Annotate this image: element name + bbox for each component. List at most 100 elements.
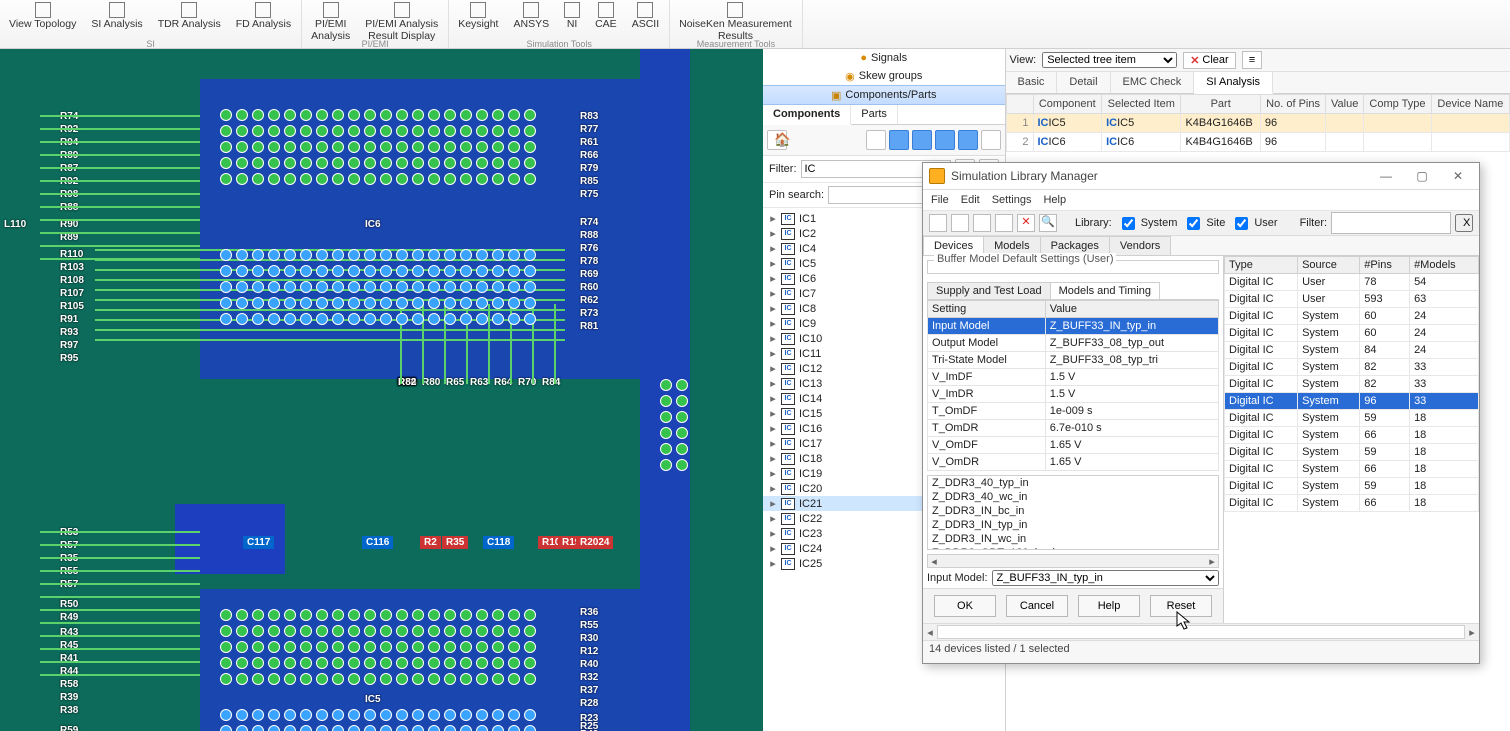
ribbon-view-topology[interactable]: View Topology bbox=[2, 0, 84, 32]
r-label: R69 bbox=[580, 269, 598, 280]
device-row[interactable]: Digital ICSystem9633 bbox=[1225, 393, 1479, 410]
setting-row[interactable]: V_OmDR1.65 V bbox=[928, 454, 1219, 471]
right-tab-emc-check[interactable]: EMC Check bbox=[1111, 72, 1195, 93]
device-row[interactable]: Digital ICSystem6618 bbox=[1225, 461, 1479, 478]
home-button[interactable]: 🏠 bbox=[767, 130, 787, 150]
model-listbox[interactable]: Z_DDR3_40_typ_inZ_DDR3_40_wc_inZ_DDR3_IN… bbox=[927, 475, 1219, 550]
device-row[interactable]: Digital ICSystem5918 bbox=[1225, 444, 1479, 461]
device-table[interactable]: TypeSource#Pins#ModelsDigital ICUser7854… bbox=[1224, 256, 1479, 512]
reset-button[interactable]: Reset bbox=[1150, 595, 1212, 617]
menu-settings[interactable]: Settings bbox=[992, 194, 1032, 206]
device-row[interactable]: Digital ICSystem5918 bbox=[1225, 478, 1479, 495]
tb-icon-2[interactable] bbox=[951, 214, 969, 232]
component-grid[interactable]: ComponentSelected ItemPartNo. of PinsVal… bbox=[1006, 94, 1510, 152]
tab-components[interactable]: Components bbox=[763, 105, 851, 125]
device-row[interactable]: Digital ICSystem6024 bbox=[1225, 308, 1479, 325]
view-select[interactable]: Selected tree item bbox=[1042, 52, 1177, 68]
model-option[interactable]: Z_DDR3_IN_typ_in bbox=[928, 518, 1218, 532]
ribbon-keysight[interactable]: Keysight bbox=[451, 0, 506, 32]
tool-btn-4[interactable] bbox=[935, 130, 955, 150]
right-tab-si-analysis[interactable]: SI Analysis bbox=[1194, 72, 1273, 94]
r-label: R103 bbox=[60, 262, 84, 273]
maximize-button[interactable]: ▢ bbox=[1407, 166, 1437, 186]
device-row[interactable]: Digital ICSystem5918 bbox=[1225, 410, 1479, 427]
tool-btn-1[interactable] bbox=[866, 130, 886, 150]
tb-icon-6[interactable]: 🔍 bbox=[1039, 214, 1057, 232]
device-row[interactable]: Digital ICSystem6618 bbox=[1225, 495, 1479, 512]
ribbon-ni[interactable]: NI bbox=[557, 0, 588, 32]
tb-icon-3[interactable] bbox=[973, 214, 991, 232]
device-row[interactable]: Digital ICSystem6024 bbox=[1225, 325, 1479, 342]
device-row[interactable]: Digital ICSystem8233 bbox=[1225, 359, 1479, 376]
dlg-filter-clear[interactable]: X bbox=[1455, 214, 1473, 232]
grid-row[interactable]: 2ICIC6ICIC6K4B4G1646B96 bbox=[1006, 133, 1510, 152]
right-tab-basic[interactable]: Basic bbox=[1006, 72, 1058, 93]
tool-btn-5[interactable] bbox=[958, 130, 978, 150]
ribbon-ansys[interactable]: ANSYS bbox=[506, 0, 557, 32]
setting-row[interactable]: Tri-State ModelZ_BUFF33_08_typ_tri bbox=[928, 352, 1219, 369]
device-row[interactable]: Digital ICUser59363 bbox=[1225, 291, 1479, 308]
ribbon-ascii[interactable]: ASCII bbox=[625, 0, 667, 32]
settings-table[interactable]: SettingValueInput ModelZ_BUFF33_IN_typ_i… bbox=[927, 300, 1219, 471]
cancel-button[interactable]: Cancel bbox=[1006, 595, 1068, 617]
model-option[interactable]: Z_DDR3_ODT_120_bc_in bbox=[928, 546, 1218, 550]
menu-help[interactable]: Help bbox=[1043, 194, 1066, 206]
dialog-title: Simulation Library Manager bbox=[951, 169, 1098, 183]
ribbon-pi-emi-analysis[interactable]: PI/EMIAnalysis bbox=[304, 0, 358, 44]
ribbon-noiseken-measurement-results[interactable]: NoiseKen MeasurementResults bbox=[672, 0, 800, 44]
setting-row[interactable]: T_OmDR6.7e-010 s bbox=[928, 420, 1219, 437]
clear-button[interactable]: ✕Clear bbox=[1183, 52, 1236, 69]
view-extra-button[interactable]: ≡ bbox=[1242, 51, 1262, 69]
device-row[interactable]: Digital ICSystem6618 bbox=[1225, 427, 1479, 444]
pcb-canvas[interactable]: IC6 IC5 C117 C116 R2 R35 C118 R10 R19 R2… bbox=[0, 49, 763, 731]
device-row[interactable]: Digital ICSystem8233 bbox=[1225, 376, 1479, 393]
dialog-hscroll[interactable]: ◂▸ bbox=[923, 623, 1479, 640]
skew-groups-header[interactable]: ◉Skew groups bbox=[763, 67, 1005, 85]
menu-edit[interactable]: Edit bbox=[961, 194, 980, 206]
list-hscroll[interactable]: ◂▸ bbox=[927, 554, 1219, 568]
tb-icon-1[interactable] bbox=[929, 214, 947, 232]
menu-file[interactable]: File bbox=[931, 194, 949, 206]
dlg-tab-vendors[interactable]: Vendors bbox=[1109, 236, 1171, 255]
tb-icon-4[interactable] bbox=[995, 214, 1013, 232]
ribbon-si-analysis[interactable]: SI Analysis bbox=[84, 0, 150, 32]
ribbon-icon bbox=[564, 2, 580, 18]
close-button[interactable]: ✕ bbox=[1443, 166, 1473, 186]
dlg-subtab-1[interactable]: Models and Timing bbox=[1050, 282, 1160, 299]
ribbon-pi-emi-analysis-result-display[interactable]: PI/EMI AnalysisResult Display bbox=[358, 0, 446, 44]
model-option[interactable]: Z_DDR3_IN_bc_in bbox=[928, 504, 1218, 518]
dlg-subtab-0[interactable]: Supply and Test Load bbox=[927, 282, 1051, 299]
ok-button[interactable]: OK bbox=[934, 595, 996, 617]
setting-row[interactable]: V_ImDR1.5 V bbox=[928, 386, 1219, 403]
tb-icon-5[interactable]: ✕ bbox=[1017, 214, 1035, 232]
device-row[interactable]: Digital ICSystem8424 bbox=[1225, 342, 1479, 359]
tab-parts[interactable]: Parts bbox=[851, 105, 898, 124]
ribbon-fd-analysis[interactable]: FD Analysis bbox=[229, 0, 299, 32]
signals-header[interactable]: ●Signals bbox=[763, 49, 1005, 67]
setting-row[interactable]: V_ImDF1.5 V bbox=[928, 369, 1219, 386]
ribbon-tdr-analysis[interactable]: TDR Analysis bbox=[151, 0, 229, 32]
tool-btn-6[interactable] bbox=[981, 130, 1001, 150]
ribbon-cae[interactable]: CAE bbox=[588, 0, 625, 32]
model-option[interactable]: Z_DDR3_40_typ_in bbox=[928, 476, 1218, 490]
lib-site-checkbox[interactable] bbox=[1187, 217, 1200, 230]
setting-row[interactable]: T_OmDF1e-009 s bbox=[928, 403, 1219, 420]
setting-row[interactable]: Input ModelZ_BUFF33_IN_typ_in bbox=[928, 318, 1219, 335]
right-tab-detail[interactable]: Detail bbox=[1057, 72, 1110, 93]
setting-row[interactable]: Output ModelZ_BUFF33_08_typ_out bbox=[928, 335, 1219, 352]
grid-row[interactable]: 1ICIC5ICIC5K4B4G1646B96 bbox=[1006, 114, 1510, 133]
model-option[interactable]: Z_DDR3_40_wc_in bbox=[928, 490, 1218, 504]
help-button[interactable]: Help bbox=[1078, 595, 1140, 617]
lib-system-checkbox[interactable] bbox=[1122, 217, 1135, 230]
input-model-select[interactable]: Z_BUFF33_IN_typ_in bbox=[992, 570, 1219, 586]
lib-user-checkbox[interactable] bbox=[1235, 217, 1248, 230]
tool-btn-2[interactable] bbox=[889, 130, 909, 150]
setting-row[interactable]: V_OmDF1.65 V bbox=[928, 437, 1219, 454]
r-label: R91 bbox=[60, 314, 78, 325]
tool-btn-3[interactable] bbox=[912, 130, 932, 150]
components-parts-header[interactable]: ▣Components/Parts bbox=[763, 85, 1005, 105]
device-row[interactable]: Digital ICUser7854 bbox=[1225, 274, 1479, 291]
model-option[interactable]: Z_DDR3_IN_wc_in bbox=[928, 532, 1218, 546]
dlg-filter-input[interactable] bbox=[1331, 212, 1451, 234]
minimize-button[interactable]: — bbox=[1371, 166, 1401, 186]
